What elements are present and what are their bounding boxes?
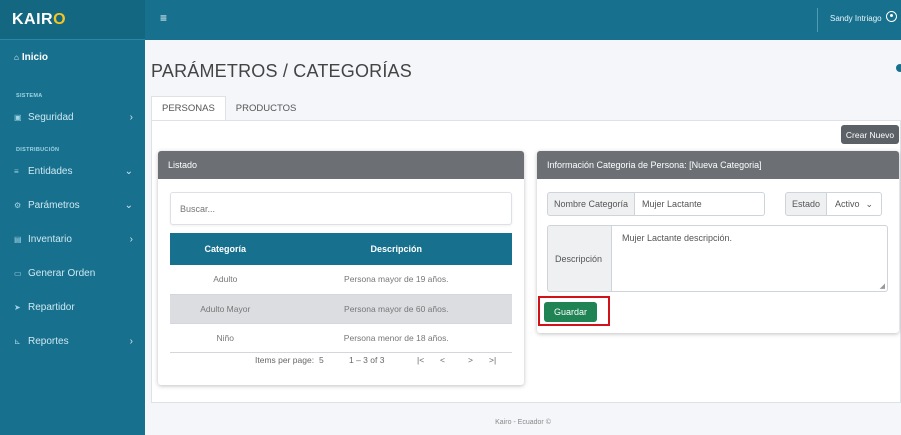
table-row[interactable]: Adulto Mayor Persona mayor de 60 años.: [170, 294, 512, 324]
descripcion-value: Mujer Lactante descripción.: [622, 233, 733, 243]
footer: Kairo - Ecuador ©: [495, 419, 551, 426]
sidebar-item-entidades[interactable]: ≡ Entidades ⌄: [0, 157, 145, 185]
lock-icon: ▣: [14, 112, 22, 122]
nombre-group: Nombre Categoría: [547, 192, 766, 216]
sidebar-section-distribucion: DISTRIBUCIÓN: [16, 147, 60, 153]
divider: [817, 8, 818, 32]
sidebar-item-parametros[interactable]: ⚙ Parámetros ⌄: [0, 191, 145, 219]
sidebar-item-reportes[interactable]: ⊾ Reportes ›: [0, 327, 145, 355]
nombre-label: Nombre Categoría: [547, 192, 636, 216]
first-page-icon[interactable]: |<: [417, 355, 424, 365]
inventory-icon: ▤: [14, 234, 22, 244]
scroll-indicator-icon: [896, 64, 901, 72]
create-new-button[interactable]: Crear Nuevo: [841, 125, 899, 144]
resize-handle-icon[interactable]: ◢: [880, 282, 885, 290]
parameters-icon: ⚙: [14, 200, 22, 210]
chevron-right-icon: ›: [129, 335, 133, 347]
sidebar-item-inventario[interactable]: ▤ Inventario ›: [0, 225, 145, 253]
sidebar-item-label: Entidades: [28, 165, 73, 177]
descripcion-label: Descripción: [547, 225, 612, 292]
estado-select[interactable]: Activo ⌄: [827, 192, 883, 216]
items-per-page-label: Items per page:: [255, 355, 315, 365]
range-label: 1 – 3 of 3: [349, 355, 385, 365]
sidebar-item-repartidor[interactable]: ➤ Repartidor: [0, 293, 145, 321]
cell-categoria: Adulto Mayor: [170, 294, 281, 324]
nombre-input[interactable]: [635, 192, 766, 216]
sidebar-item-generar-orden[interactable]: ▭ Generar Orden: [0, 259, 145, 287]
brand-logo[interactable]: KAIRO: [0, 0, 145, 40]
estado-value: Activo: [835, 199, 860, 209]
categories-table: Categoría Descripción Adulto Persona may…: [170, 233, 512, 353]
column-header-categoria[interactable]: Categoría: [170, 233, 281, 265]
sidebar-item-inicio[interactable]: ⌂ Inicio: [0, 42, 145, 72]
sidebar-item-label: Inicio: [21, 51, 48, 63]
chevron-right-icon: ›: [129, 233, 133, 245]
sidebar-item-label: Generar Orden: [28, 267, 96, 279]
sidebar-item-label: Reportes: [28, 335, 69, 347]
prev-page-icon[interactable]: <: [440, 355, 445, 365]
next-page-icon[interactable]: >: [468, 355, 473, 365]
sidebar-item-label: Inventario: [28, 233, 72, 245]
tab-personas[interactable]: PERSONAS: [151, 96, 226, 121]
sidebar-section-sistema: SISTEMA: [16, 93, 43, 99]
estado-group: Estado Activo ⌄: [785, 192, 883, 216]
table-row[interactable]: Adulto Persona mayor de 19 años.: [170, 265, 512, 295]
home-icon: ⌂: [14, 52, 19, 62]
page-title: PARÁMETROS / CATEGORÍAS: [151, 61, 412, 81]
order-icon: ▭: [14, 268, 22, 278]
user-avatar-icon[interactable]: [886, 11, 897, 22]
chevron-right-icon: ›: [129, 111, 133, 123]
delivery-icon: ➤: [14, 302, 21, 312]
sidebar-item-label: Parámetros: [28, 199, 80, 211]
descripcion-group: Descripción Mujer Lactante descripción. …: [547, 225, 888, 292]
column-header-descripcion[interactable]: Descripción: [280, 233, 512, 265]
listado-card: Listado Categoría Descripción Adulto Per…: [158, 151, 524, 385]
highlight-box: Guardar: [538, 296, 610, 326]
cell-descripcion: Persona menor de 18 años.: [280, 323, 512, 353]
save-button[interactable]: Guardar: [544, 302, 597, 322]
cell-descripcion: Persona mayor de 19 años.: [280, 265, 512, 295]
cell-categoria: Niño: [170, 323, 281, 353]
listado-title: Listado: [158, 151, 524, 179]
chevron-down-icon: ⌄: [124, 165, 133, 177]
cell-categoria: Adulto: [170, 265, 281, 295]
sidebar-item-label: Seguridad: [28, 111, 74, 123]
search-input[interactable]: [170, 192, 512, 225]
sidebar-item-label: Repartidor: [28, 301, 75, 313]
cell-descripcion: Persona mayor de 60 años.: [280, 294, 512, 324]
brand-text: KAIRO: [12, 10, 67, 28]
user-name[interactable]: Sandy Intriago: [830, 14, 882, 23]
descripcion-textarea[interactable]: Mujer Lactante descripción. ◢: [612, 225, 888, 292]
reports-icon: ⊾: [14, 336, 21, 346]
info-title: Información Categoria de Persona: [Nueva…: [537, 151, 899, 179]
tab-productos[interactable]: PRODUCTOS: [226, 96, 307, 121]
table-row[interactable]: Niño Persona menor de 18 años.: [170, 323, 512, 353]
chevron-down-icon: ⌄: [124, 199, 133, 211]
chevron-down-icon: ⌄: [865, 198, 874, 209]
entities-icon: ≡: [14, 166, 19, 176]
menu-toggle-icon[interactable]: ≡: [160, 11, 167, 25]
sidebar: KAIRO ⌂ Inicio SISTEMA ▣ Seguridad › DIS…: [0, 0, 145, 435]
tab-bar: PERSONAS PRODUCTOS: [151, 96, 306, 121]
last-page-icon[interactable]: >|: [489, 355, 496, 365]
page-size-select[interactable]: 5: [319, 355, 324, 365]
estado-label: Estado: [785, 192, 828, 216]
top-bar: ≡ Sandy Intriago: [145, 0, 901, 40]
sidebar-item-seguridad[interactable]: ▣ Seguridad ›: [0, 103, 145, 131]
